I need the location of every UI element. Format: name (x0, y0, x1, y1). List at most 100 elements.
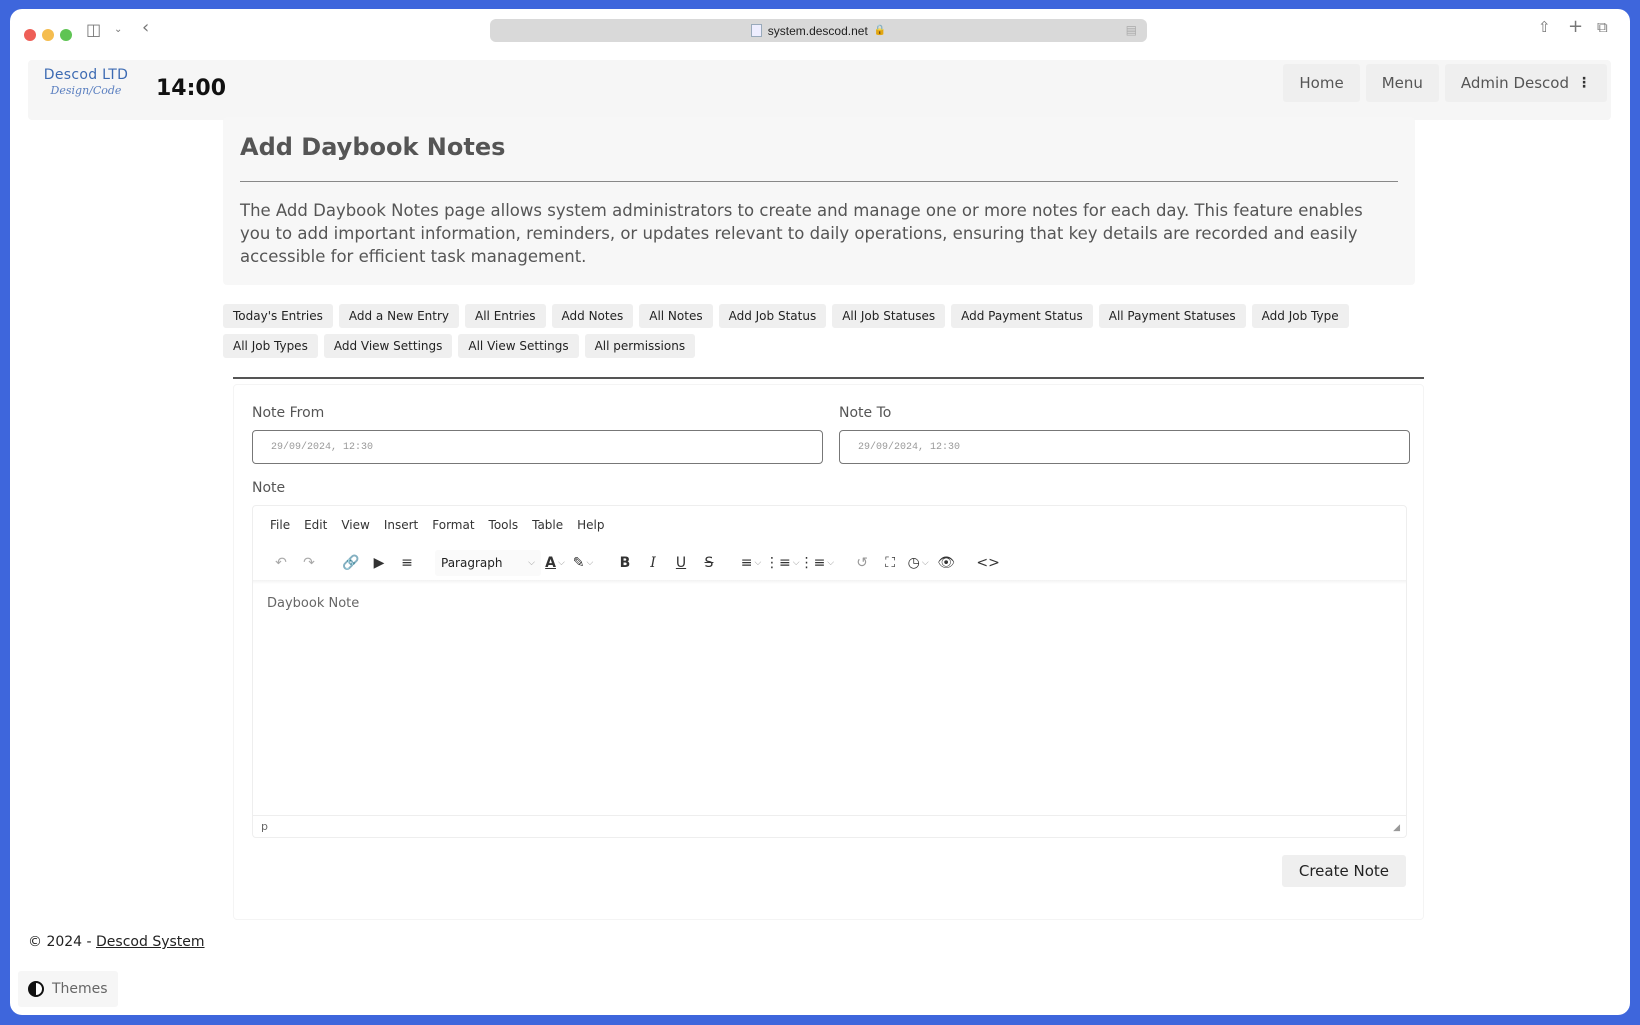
menu-format[interactable]: Format (432, 518, 474, 532)
link-all-permissions[interactable]: All permissions (584, 334, 696, 358)
link-add-view-settings[interactable]: Add View Settings (323, 334, 453, 358)
note-from-input[interactable]: 29/09/2024, 12:30 (252, 430, 823, 464)
close-window-button[interactable] (24, 29, 36, 41)
lock-icon: 🔒 (873, 25, 887, 36)
checklist-icon[interactable]: ≡ (393, 550, 421, 576)
app-header: Descod LTD Design/Code 14:00 Home Menu A… (28, 60, 1611, 120)
link-add-notes[interactable]: Add Notes (551, 304, 634, 328)
nav-menu-button[interactable]: Menu (1365, 64, 1439, 102)
add-note-form: Note From 29/09/2024, 12:30 Note To 29/0… (233, 384, 1424, 920)
bullet-list-button[interactable]: ⋮≡ ⌵ (765, 550, 800, 576)
chevron-down-icon: ⌵ (586, 558, 594, 568)
restore-draft-icon[interactable]: ↺ (848, 550, 876, 576)
note-to-label: Note To (839, 405, 892, 421)
text-color-button[interactable]: A ⌵ (541, 550, 569, 576)
window-controls (24, 29, 72, 41)
source-code-icon[interactable]: <> (974, 550, 1002, 576)
tabs-overview-icon[interactable]: ⧉ (1597, 20, 1608, 35)
preview-icon[interactable]: 👁 (932, 550, 960, 576)
footer-link[interactable]: Descod System (96, 934, 205, 950)
link-add-payment-status[interactable]: Add Payment Status (951, 304, 1093, 328)
editor-statusbar: p ◢ (253, 815, 1406, 837)
menu-help[interactable]: Help (577, 518, 604, 532)
copyright-text: © 2024 - (28, 934, 97, 950)
title-divider (240, 181, 1398, 182)
menu-tools[interactable]: Tools (489, 518, 519, 532)
link-add-job-status[interactable]: Add Job Status (718, 304, 827, 328)
bold-icon[interactable]: B (611, 550, 639, 576)
logo[interactable]: Descod LTD Design/Code (36, 67, 136, 97)
link-all-notes[interactable]: All Notes (639, 304, 713, 328)
menu-insert[interactable]: Insert (384, 518, 418, 532)
themes-button[interactable]: Themes (18, 971, 118, 1007)
minimize-window-button[interactable] (42, 29, 54, 41)
new-tab-icon[interactable]: + (1568, 18, 1583, 36)
align-button[interactable]: ≡ ⌵ (737, 550, 765, 576)
browser-chrome: ◫ ⌄ ‹ system.descod.net 🔒 ▤ ⇧ + ⧉ (10, 9, 1630, 61)
media-icon[interactable]: ▶ (365, 550, 393, 576)
user-name-label: Admin Descod (1460, 74, 1569, 92)
user-menu-button[interactable]: Admin Descod ⋮ (1444, 64, 1607, 102)
main-nav: Home Menu Admin Descod ⋮ (1283, 64, 1607, 102)
chevron-down-icon: ⌵ (528, 558, 535, 568)
link-icon[interactable]: 🔗 (337, 550, 365, 576)
redo-icon[interactable]: ↷ (295, 550, 323, 576)
footer: © 2024 - Descod System (28, 934, 205, 950)
menu-file[interactable]: File (270, 518, 290, 532)
section-divider (233, 377, 1424, 379)
editor-placeholder[interactable]: Daybook Note (267, 596, 359, 611)
chevron-down-icon: ⌵ (754, 558, 762, 568)
page-description: The Add Daybook Notes page allows system… (240, 201, 1363, 266)
undo-icon[interactable]: ↶ (267, 550, 295, 576)
underline-icon[interactable]: U (667, 550, 695, 576)
link-all-view-settings[interactable]: All View Settings (458, 334, 579, 358)
page-intro: Add Daybook Notes The Add Daybook Notes … (223, 117, 1415, 285)
editor-toolbar: ↶ ↷ 🔗 ▶ ≡ Paragraph ⌵ A⌵ ✎⌵ B I U S ≡ (267, 550, 1002, 576)
nav-home-label: Home (1299, 74, 1344, 92)
highlight-color-button[interactable]: ✎ ⌵ (569, 550, 597, 576)
sidebar-icon[interactable]: ◫ (86, 22, 101, 38)
menu-edit[interactable]: Edit (304, 518, 327, 532)
create-note-button[interactable]: Create Note (1281, 855, 1406, 887)
link-add-new-entry[interactable]: Add a New Entry (338, 304, 460, 328)
numbered-list-icon: ⋮≡ (799, 555, 826, 571)
back-icon[interactable]: ‹ (142, 19, 149, 37)
element-path[interactable]: p (261, 820, 268, 833)
link-all-payment-statuses[interactable]: All Payment Statuses (1098, 304, 1246, 328)
highlighter-icon: ✎ (572, 555, 585, 571)
menu-view[interactable]: View (341, 518, 369, 532)
block-format-value: Paragraph (441, 556, 503, 570)
share-icon[interactable]: ⇧ (1538, 20, 1551, 35)
chevron-down-icon: ⌵ (792, 558, 800, 568)
site-favicon-icon (750, 24, 762, 37)
menu-table[interactable]: Table (532, 518, 563, 532)
fullscreen-icon[interactable]: ⛶ (876, 550, 904, 576)
quick-links: Today's Entries Add a New Entry All Entr… (223, 304, 1423, 358)
resize-handle-icon[interactable]: ◢ (1393, 823, 1400, 833)
reader-mode-icon[interactable]: ▤ (1126, 23, 1137, 37)
address-bar[interactable]: system.descod.net 🔒 ▤ (490, 19, 1147, 42)
italic-icon[interactable]: I (639, 550, 667, 576)
clock: 14:00 (156, 76, 227, 101)
browser-window: ◫ ⌄ ‹ system.descod.net 🔒 ▤ ⇧ + ⧉ Descod… (10, 9, 1630, 1015)
link-todays-entries[interactable]: Today's Entries (223, 304, 333, 328)
numbered-list-button[interactable]: ⋮≡ ⌵ (800, 550, 835, 576)
insert-datetime-button[interactable]: ◷ ⌵ (904, 550, 932, 576)
strikethrough-icon[interactable]: S (695, 550, 723, 576)
chevron-down-icon[interactable]: ⌄ (114, 25, 122, 35)
note-from-label: Note From (252, 405, 325, 421)
rich-text-editor: File Edit View Insert Format Tools Table… (252, 505, 1407, 838)
maximize-window-button[interactable] (60, 29, 72, 41)
link-all-entries[interactable]: All Entries (465, 304, 546, 328)
toolbar-divider (253, 580, 1406, 584)
block-format-select[interactable]: Paragraph ⌵ (435, 550, 541, 576)
link-all-job-types[interactable]: All Job Types (223, 334, 318, 358)
themes-label: Themes (52, 981, 108, 997)
note-to-input[interactable]: 29/09/2024, 12:30 (839, 430, 1410, 464)
nav-home-button[interactable]: Home (1283, 64, 1360, 102)
contrast-icon (28, 981, 44, 997)
url-text: system.descod.net (767, 23, 868, 38)
link-all-job-statuses[interactable]: All Job Statuses (832, 304, 946, 328)
link-add-job-type[interactable]: Add Job Type (1251, 304, 1349, 328)
editor-menubar: File Edit View Insert Format Tools Table… (270, 518, 605, 532)
